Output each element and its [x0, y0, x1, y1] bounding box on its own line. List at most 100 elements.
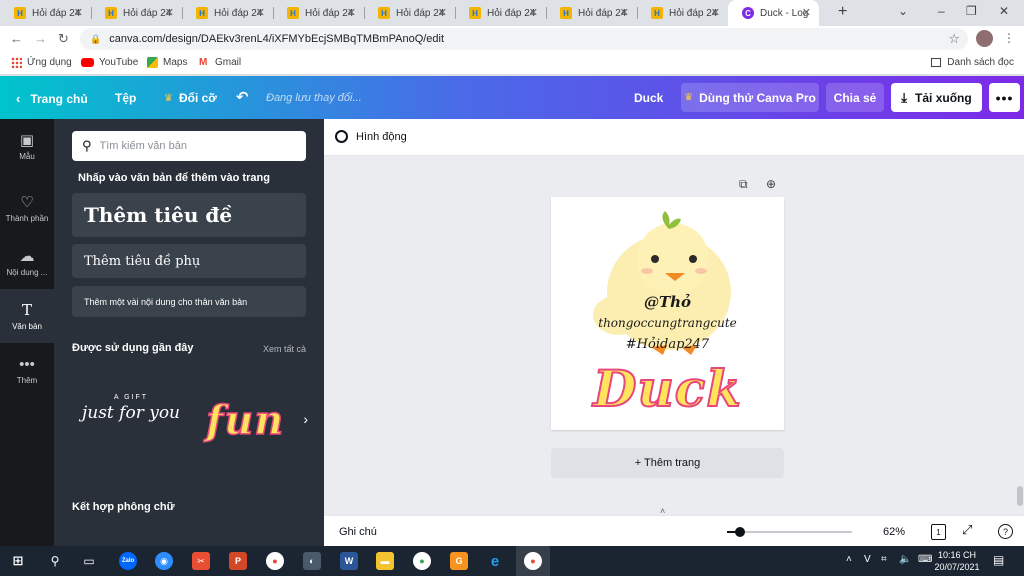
- rail-item-text[interactable]: T Văn bản: [0, 289, 54, 343]
- forward-arrow-icon[interactable]: →: [34, 31, 47, 46]
- app-icon[interactable]: ◐: [303, 552, 321, 570]
- system-clock[interactable]: 10:16 CH 20/07/2021: [934, 549, 980, 573]
- app-icon[interactable]: G: [450, 552, 468, 570]
- download-button[interactable]: ⤓ Tải xuống: [891, 83, 982, 112]
- add-heading-button[interactable]: Thêm tiêu đề: [72, 193, 306, 237]
- network-icon[interactable]: ⌗: [881, 554, 887, 565]
- address-bar[interactable]: 🔒 canva.com/design/DAEkv3renL4/iXFMYbEcj…: [80, 28, 968, 50]
- design-name[interactable]: Duck: [634, 91, 663, 105]
- bookmark-maps[interactable]: Maps: [147, 57, 187, 68]
- browser-tab[interactable]: HHỏi đáp 247✕: [455, 0, 546, 26]
- input-language[interactable]: V: [864, 554, 871, 565]
- rail-item-uploads[interactable]: ☁ Nội dung ...: [0, 235, 54, 289]
- bookmark-star-icon[interactable]: ☆: [948, 31, 960, 47]
- browser-tab[interactable]: HHỏi đáp 247✕: [182, 0, 273, 26]
- design-text-duck[interactable]: Duck: [551, 358, 784, 419]
- bookmark-apps[interactable]: Ứng dụng: [11, 57, 72, 68]
- file-menu-button[interactable]: Tệp: [115, 91, 136, 105]
- close-tab-icon[interactable]: ✕: [347, 6, 356, 19]
- vertical-scrollbar[interactable]: [1017, 486, 1023, 506]
- reading-list[interactable]: Danh sách đọc: [931, 57, 1014, 68]
- reload-icon[interactable]: ↻: [58, 31, 69, 47]
- close-tab-icon[interactable]: ✕: [802, 6, 811, 19]
- add-subheading-button[interactable]: Thêm tiêu đề phụ: [72, 244, 306, 278]
- close-window-icon[interactable]: ✕: [999, 4, 1009, 18]
- notes-button[interactable]: Ghi chú: [339, 526, 377, 538]
- zoom-slider[interactable]: [727, 527, 852, 537]
- chrome-icon[interactable]: ●: [266, 552, 284, 570]
- close-tab-icon[interactable]: ✕: [711, 6, 720, 19]
- profile-avatar[interactable]: [976, 30, 993, 47]
- search-icon[interactable]: ⚲: [46, 552, 64, 570]
- design-page[interactable]: @Thỏ thongoccungtrangcute #Hỏidap247 Duc…: [551, 197, 784, 430]
- recent-text-fun[interactable]: fun: [205, 396, 284, 445]
- bookmark-gmail[interactable]: M Gmail: [199, 57, 241, 68]
- text-search-input[interactable]: [99, 140, 290, 152]
- browser-tab[interactable]: HHỏi đáp 247✕: [546, 0, 637, 26]
- close-tab-icon[interactable]: ✕: [256, 6, 265, 19]
- browser-tab[interactable]: HHỏi đáp 247✕: [364, 0, 455, 26]
- rail-item-more[interactable]: ••• Thêm: [0, 343, 54, 397]
- new-tab-icon[interactable]: +: [838, 3, 847, 21]
- design-text-handle[interactable]: @Thỏ: [551, 293, 784, 311]
- add-page-icon[interactable]: ⊕: [766, 177, 776, 191]
- browser-tab[interactable]: CDuck - Logo✕: [728, 0, 819, 26]
- keyboard-icon[interactable]: ⌨: [918, 554, 932, 565]
- elements-icon: ♡: [20, 194, 34, 211]
- see-all-link[interactable]: Xem tất cả: [263, 344, 306, 354]
- restore-icon[interactable]: ❐: [966, 4, 977, 18]
- task-view-icon[interactable]: ▭: [80, 552, 98, 570]
- browser-tab[interactable]: HHỏi đáp 247✕: [273, 0, 364, 26]
- word-icon[interactable]: W: [340, 552, 358, 570]
- bookmark-label: YouTube: [99, 57, 139, 68]
- zoom-slider-thumb[interactable]: [734, 527, 745, 537]
- design-text-name[interactable]: thongoccungtrangcute: [551, 316, 784, 330]
- volume-icon[interactable]: 🔈: [899, 554, 911, 565]
- design-text-hashtag[interactable]: #Hỏidap247: [551, 337, 784, 352]
- browser-tab[interactable]: HHỏi đáp 247✕: [637, 0, 728, 26]
- add-page-button[interactable]: + Thêm trang: [551, 448, 784, 478]
- more-options-button[interactable]: •••: [989, 83, 1020, 112]
- browser-tab[interactable]: HHỏi đáp 247✕: [91, 0, 182, 26]
- resize-button[interactable]: ♛ Đổi cỡ: [164, 91, 217, 105]
- zalo-icon[interactable]: Zalo: [119, 552, 137, 570]
- chrome-icon[interactable]: ●: [413, 552, 431, 570]
- recent-text-gift[interactable]: A GIFT just for you: [76, 394, 186, 442]
- rail-item-templates[interactable]: ▣ Mẫu: [0, 119, 54, 173]
- back-arrow-icon[interactable]: ←: [10, 31, 23, 46]
- fullscreen-icon[interactable]: ⤢: [962, 522, 972, 538]
- file-label: Tệp: [115, 91, 137, 105]
- undo-icon[interactable]: ↶: [236, 88, 249, 106]
- close-tab-icon[interactable]: ✕: [165, 6, 174, 19]
- tab-search-icon[interactable]: ⌄: [898, 4, 908, 18]
- chevron-right-icon[interactable]: ›: [303, 411, 308, 427]
- minimize-icon[interactable]: –: [938, 4, 945, 18]
- chrome-icon[interactable]: ●: [524, 552, 542, 570]
- zoom-app-icon[interactable]: ◉: [155, 552, 173, 570]
- help-icon[interactable]: ?: [998, 524, 1013, 539]
- snipping-tool-icon[interactable]: ✂: [192, 552, 210, 570]
- edge-icon[interactable]: e: [486, 552, 504, 570]
- duplicate-page-icon[interactable]: ⧉: [739, 177, 748, 192]
- close-tab-icon[interactable]: ✕: [438, 6, 447, 19]
- share-button[interactable]: Chia sẻ: [826, 83, 884, 112]
- windows-start-icon[interactable]: ⊞: [9, 552, 27, 570]
- notifications-icon[interactable]: ▤: [993, 553, 1004, 567]
- home-button[interactable]: ‹ Trang chủ: [16, 91, 88, 106]
- browser-tab[interactable]: HHỏi đáp 247✕: [0, 0, 91, 26]
- text-search[interactable]: ⚲: [72, 131, 306, 161]
- powerpoint-icon[interactable]: P: [229, 552, 247, 570]
- bookmark-youtube[interactable]: YouTube: [81, 57, 138, 68]
- close-tab-icon[interactable]: ✕: [74, 6, 83, 19]
- rail-item-elements[interactable]: ♡ Thành phần: [0, 181, 54, 235]
- try-pro-button[interactable]: ♛ Dùng thử Canva Pro: [681, 83, 819, 112]
- chevron-up-icon[interactable]: ˄: [846, 554, 852, 565]
- browser-menu-icon[interactable]: ⋮: [1003, 31, 1015, 45]
- close-tab-icon[interactable]: ✕: [620, 6, 629, 19]
- zoom-value[interactable]: 62%: [883, 526, 905, 538]
- page-count-icon[interactable]: 1: [931, 524, 946, 540]
- file-explorer-icon[interactable]: ▬: [376, 552, 394, 570]
- animate-button[interactable]: Hình động: [335, 130, 407, 143]
- close-tab-icon[interactable]: ✕: [529, 6, 538, 19]
- add-body-text-button[interactable]: Thêm một vài nội dung cho thân văn bản: [72, 286, 306, 317]
